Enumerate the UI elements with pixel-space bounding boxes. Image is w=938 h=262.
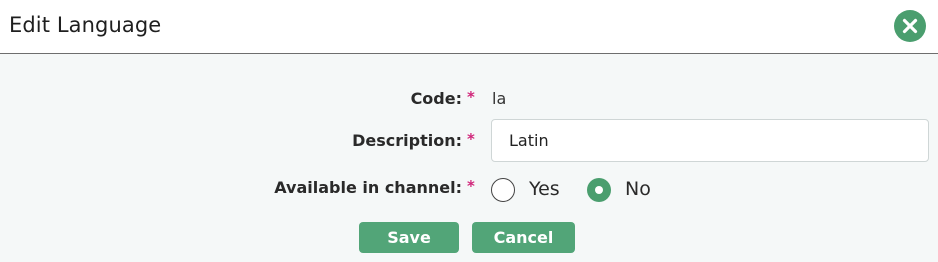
radio-no-label[interactable]: No (625, 178, 651, 200)
cancel-button[interactable]: Cancel (472, 222, 575, 253)
code-required-marker: * (467, 88, 475, 106)
description-input[interactable] (491, 119, 929, 162)
description-required-marker: * (467, 130, 475, 148)
save-button[interactable]: Save (359, 222, 459, 253)
close-icon (902, 18, 918, 34)
code-label: Code: (410, 89, 462, 108)
code-value: la (492, 89, 507, 108)
dialog-title: Edit Language (9, 13, 162, 37)
dialog-header: Edit Language (0, 0, 938, 54)
edit-language-dialog: Edit Language Code: * la Description: * … (0, 0, 938, 262)
radio-no[interactable] (587, 178, 611, 202)
radio-no-dot (595, 186, 603, 194)
radio-yes[interactable] (491, 178, 515, 202)
available-label: Available in channel: (274, 178, 462, 197)
radio-yes-label[interactable]: Yes (529, 178, 560, 200)
available-required-marker: * (467, 177, 475, 195)
close-button[interactable] (894, 10, 926, 42)
description-label: Description: (352, 131, 462, 150)
